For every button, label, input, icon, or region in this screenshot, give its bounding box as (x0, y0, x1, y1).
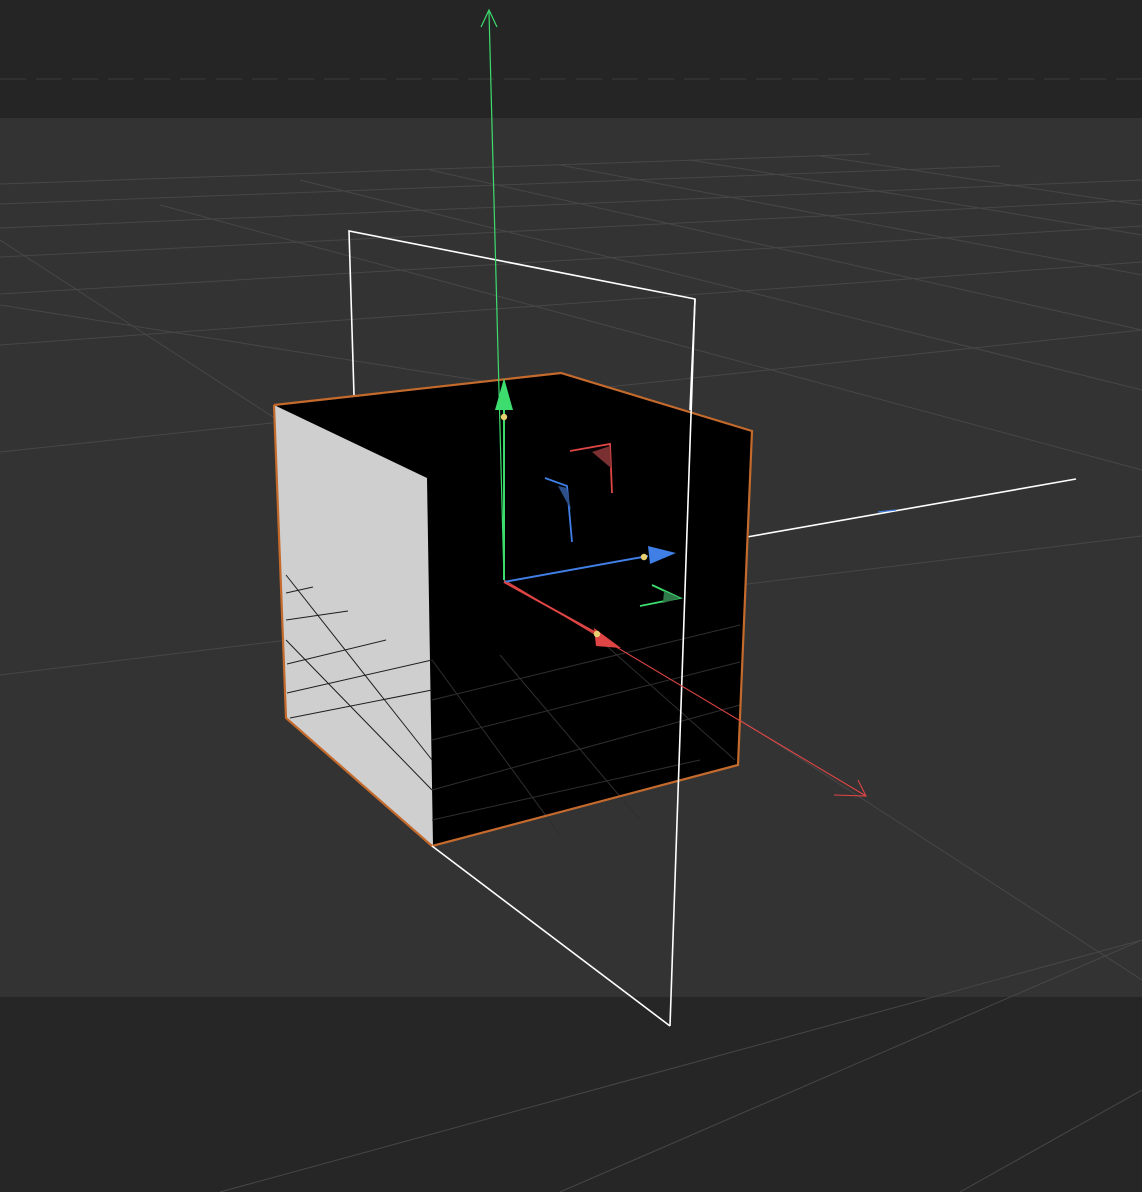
gizmo-x-pivot (593, 630, 601, 638)
gizmo-y-pivot (500, 413, 508, 421)
cube-object[interactable] (272, 371, 754, 848)
3d-viewport[interactable] (0, 0, 1142, 1192)
scene-canvas[interactable] (0, 0, 1142, 1192)
cube-side-face (274, 405, 433, 846)
guide-plane-right-edge (746, 478, 1077, 538)
gizmo-z-pivot (640, 553, 648, 561)
